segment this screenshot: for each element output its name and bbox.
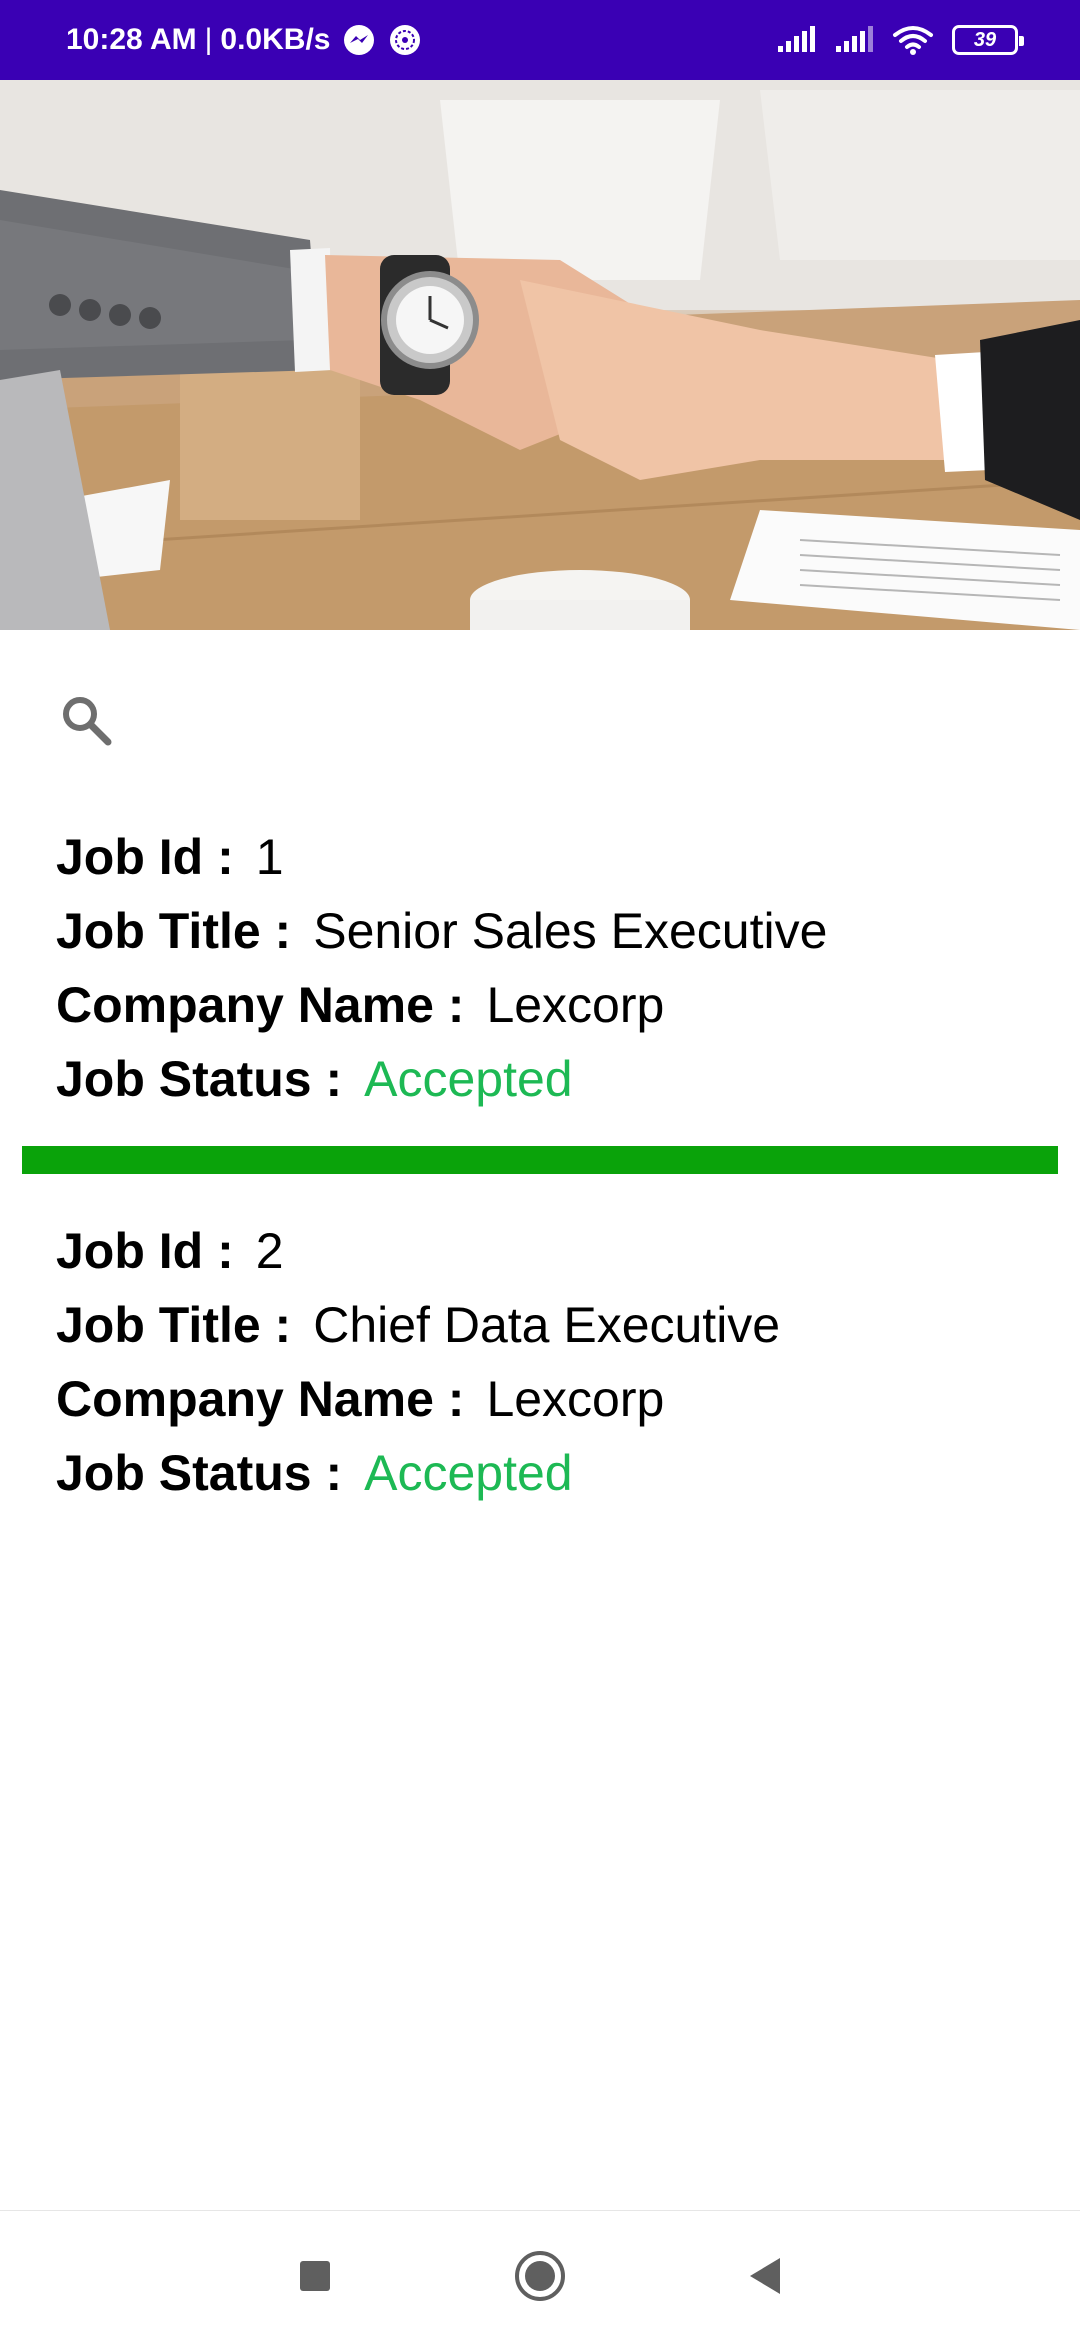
job-title-row: Job Title : Chief Data Executive: [56, 1288, 1080, 1362]
back-triangle-icon: [750, 2258, 780, 2294]
job-status-label: Job Status :: [56, 1445, 343, 1501]
job-title-label: Job Title :: [56, 903, 292, 959]
battery-icon: 39: [952, 25, 1024, 55]
job-id-label: Job Id :: [56, 829, 234, 885]
job-title-row: Job Title : Senior Sales Executive: [56, 894, 1080, 968]
status-separator: |: [204, 23, 213, 56]
job-id-label: Job Id :: [56, 1223, 234, 1279]
signal-icon: [776, 26, 816, 54]
job-status-value: Accepted: [364, 1445, 573, 1501]
signal-icon: [834, 26, 874, 54]
status-left: 10:28 AM | 0.0KB/s: [66, 0, 422, 80]
company-name-row: Company Name : Lexcorp: [56, 1362, 1080, 1436]
home-button[interactable]: [510, 2246, 570, 2306]
company-name-label: Company Name :: [56, 977, 465, 1033]
navigation-bar: [0, 2210, 1080, 2340]
job-list: Job Id : 1 Job Title : Senior Sales Exec…: [0, 820, 1080, 1510]
search-bar[interactable]: [0, 660, 1080, 770]
battery-level: 39: [973, 28, 997, 51]
messenger-icon: [342, 23, 376, 57]
handshake-photo: [0, 80, 1080, 630]
back-button[interactable]: [735, 2246, 795, 2306]
job-title-label: Job Title :: [56, 1297, 292, 1353]
job-id-row: Job Id : 1: [56, 820, 1080, 894]
company-name-value: Lexcorp: [486, 1371, 665, 1427]
job-divider: [22, 1146, 1058, 1174]
company-name-row: Company Name : Lexcorp: [56, 968, 1080, 1042]
job-id-value: 2: [255, 1223, 284, 1279]
company-name-value: Lexcorp: [486, 977, 665, 1033]
recents-button[interactable]: [285, 2246, 345, 2306]
network-speed: 0.0KB/s: [220, 23, 331, 56]
wifi-icon: [892, 25, 934, 55]
job-card[interactable]: Job Id : 1 Job Title : Senior Sales Exec…: [0, 820, 1080, 1116]
company-name-label: Company Name :: [56, 1371, 465, 1427]
job-title-value: Chief Data Executive: [313, 1297, 781, 1353]
job-id-row: Job Id : 2: [56, 1214, 1080, 1288]
square-icon: [300, 2261, 330, 2291]
circle-icon: [515, 2251, 565, 2301]
clock: 10:28 AM: [66, 23, 197, 56]
app-notification-icon: [388, 23, 422, 57]
job-status-value: Accepted: [364, 1051, 573, 1107]
job-status-row: Job Status : Accepted: [56, 1436, 1080, 1510]
job-status-row: Job Status : Accepted: [56, 1042, 1080, 1116]
job-card[interactable]: Job Id : 2 Job Title : Chief Data Execut…: [0, 1214, 1080, 1510]
job-status-label: Job Status :: [56, 1051, 343, 1107]
job-title-value: Senior Sales Executive: [313, 903, 828, 959]
search-icon[interactable]: [56, 690, 116, 750]
status-right: 39: [776, 0, 1024, 80]
job-id-value: 1: [255, 829, 284, 885]
status-bar: 10:28 AM | 0.0KB/s 39: [0, 0, 1080, 80]
